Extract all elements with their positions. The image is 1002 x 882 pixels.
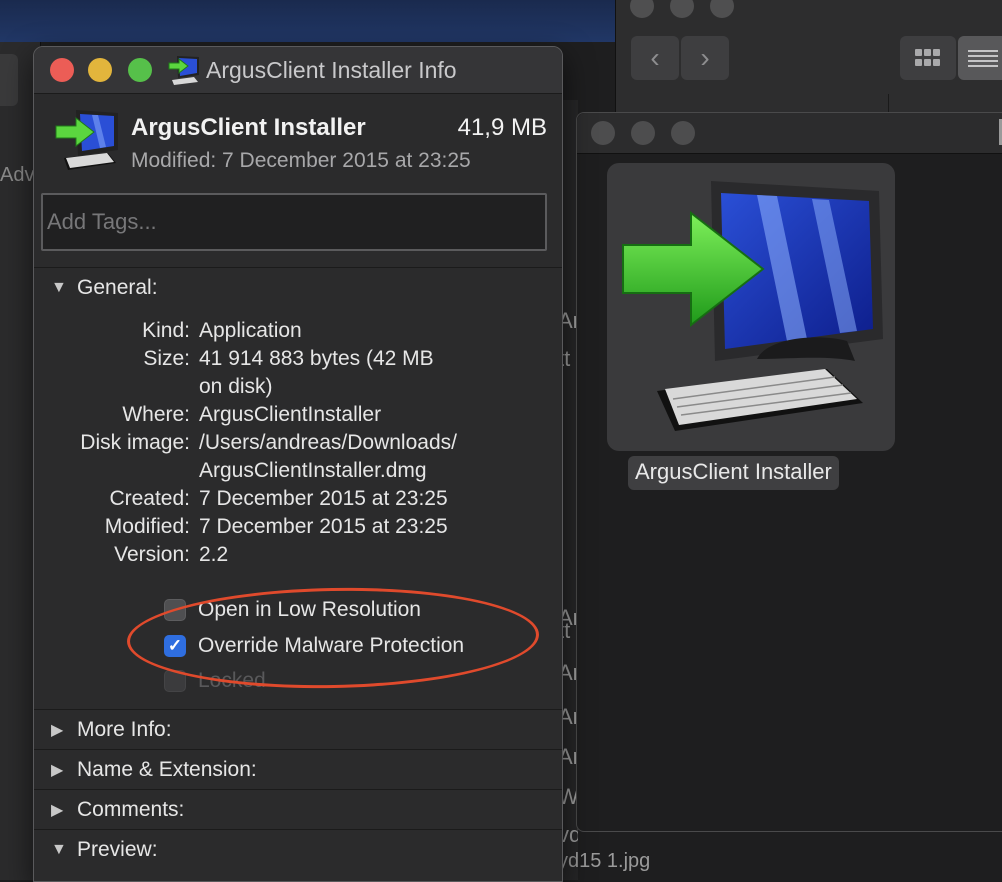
finder-icon-view-button[interactable]	[900, 36, 956, 80]
divider	[34, 829, 562, 830]
size-value: 41 914 883 bytes (42 MB on disk)	[199, 345, 489, 401]
where-label: Where:	[122, 403, 190, 426]
finder-minimize-button[interactable]	[670, 0, 694, 18]
section-more-info[interactable]: ▶ More Info:	[34, 711, 562, 749]
info-header: ArgusClient Installer 41,9 MB Modified: …	[34, 94, 562, 182]
triangle-right-icon: ▶	[51, 762, 64, 779]
icon-grid-view-icon	[915, 49, 940, 66]
size-value-line: 41 914 883 bytes (42 MB	[199, 347, 434, 370]
file-name: ArgusClient Installer	[131, 114, 366, 141]
section-preview[interactable]: ▼ Preview:	[34, 831, 562, 869]
info-zoom-button[interactable]	[128, 58, 152, 82]
version-value: 2.2	[199, 543, 229, 566]
disk-image-label: Disk image:	[80, 431, 190, 454]
list-view-icon	[968, 50, 998, 67]
section-title: Preview:	[77, 838, 158, 861]
low-resolution-option[interactable]: Open in Low Resolution	[164, 596, 421, 624]
disk-image-window-titlebar[interactable]	[577, 113, 1002, 154]
locked-option: Locked	[164, 667, 266, 695]
divider	[34, 749, 562, 750]
locked-label: Locked	[198, 669, 266, 692]
window-close-button[interactable]	[591, 121, 615, 145]
section-name-extension[interactable]: ▶ Name & Extension:	[34, 751, 562, 789]
installer-monitor-arrow-icon	[55, 110, 118, 170]
file-icon-selected[interactable]	[607, 163, 895, 451]
low-resolution-checkbox[interactable]	[164, 599, 186, 621]
divider	[34, 709, 562, 710]
modified-date: Modified: 7 December 2015 at 23:25	[131, 149, 471, 172]
file-size: 41,9 MB	[457, 114, 547, 141]
chevron-right-icon: ›	[700, 42, 710, 73]
finder-close-button[interactable]	[630, 0, 654, 18]
desktop-background	[0, 0, 615, 42]
triangle-down-icon: ▼	[51, 841, 67, 858]
divider	[34, 267, 562, 268]
triangle-right-icon: ▶	[51, 722, 64, 739]
installer-monitor-arrow-icon	[622, 181, 883, 431]
section-title: Comments:	[77, 798, 185, 821]
window-zoom-button[interactable]	[671, 121, 695, 145]
info-window-titlebar[interactable]: ArgusClient Installer Info	[34, 47, 562, 94]
background-tab-fragment: Adv	[0, 164, 35, 186]
background-finder-window: ‹ ›	[615, 0, 1002, 115]
disk-image-path-line: /Users/andreas/Downloads/	[199, 431, 457, 454]
chevron-left-icon: ‹	[650, 42, 660, 73]
override-malware-option[interactable]: ✓ Override Malware Protection	[164, 632, 464, 660]
finder-forward-button[interactable]: ›	[681, 36, 729, 80]
info-minimize-button[interactable]	[88, 58, 112, 82]
low-resolution-label: Open in Low Resolution	[198, 598, 421, 621]
finder-back-button[interactable]: ‹	[631, 36, 679, 80]
tags-input[interactable]	[41, 193, 547, 251]
override-malware-checkbox[interactable]: ✓	[164, 635, 186, 657]
installer-monitor-arrow-icon	[168, 56, 199, 85]
modified-label: Modified:	[104, 515, 190, 538]
checkmark-icon: ✓	[167, 636, 183, 655]
background-filename-fragment: yd15 1.jpg	[558, 850, 651, 872]
created-label: Created:	[109, 487, 190, 510]
modified-value: 7 December 2015 at 23:25	[199, 515, 448, 538]
section-comments[interactable]: ▶ Comments:	[34, 791, 562, 829]
kind-label: Kind:	[142, 319, 190, 342]
section-title: More Info:	[77, 718, 172, 741]
window-title: ArgusClient Installer Info	[206, 57, 457, 83]
finder-zoom-button[interactable]	[710, 0, 734, 18]
window-minimize-button[interactable]	[631, 121, 655, 145]
section-general[interactable]: ▼ General:	[34, 269, 562, 307]
where-value: ArgusClientInstaller	[199, 403, 382, 426]
file-name-label[interactable]: ArgusClient Installer	[628, 456, 839, 490]
locked-checkbox	[164, 670, 186, 692]
section-title: Name & Extension:	[77, 758, 257, 781]
disk-image-value: /Users/andreas/Downloads/ ArgusClientIns…	[199, 429, 489, 485]
triangle-down-icon: ▼	[51, 279, 67, 296]
version-label: Version:	[114, 543, 190, 566]
get-info-window: ArgusClient Installer Info ArgusClient I…	[33, 46, 563, 882]
info-close-button[interactable]	[50, 58, 74, 82]
divider	[34, 789, 562, 790]
finder-list-view-button[interactable]	[958, 36, 1002, 80]
kind-value: Application	[199, 319, 302, 342]
background-toolbar-fragment	[0, 54, 18, 106]
created-value: 7 December 2015 at 23:25	[199, 487, 448, 510]
section-title: General:	[77, 276, 158, 299]
triangle-right-icon: ▶	[51, 802, 64, 819]
override-malware-label: Override Malware Protection	[198, 634, 465, 657]
size-label: Size:	[143, 347, 190, 370]
size-value-line: on disk)	[199, 375, 273, 398]
disk-image-path-line: ArgusClientInstaller.dmg	[199, 459, 427, 482]
disk-image-window: ArgusClient Installer	[576, 112, 1002, 832]
